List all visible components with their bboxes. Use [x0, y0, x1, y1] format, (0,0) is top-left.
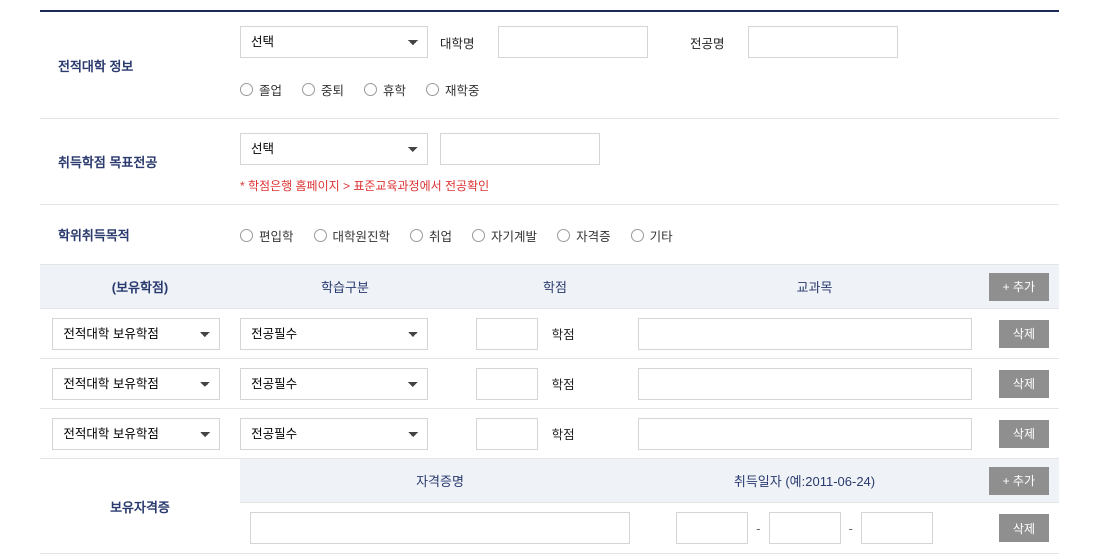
credit-subject-input[interactable] — [638, 368, 972, 400]
radio-icon — [302, 83, 315, 96]
radio-icon — [631, 229, 644, 242]
row-degree-purpose: 학위취득목적 편입학 대학원진학 취업 자기계발 자격증 기타 — [40, 205, 1059, 265]
cert-date-month-input[interactable] — [769, 512, 841, 544]
credit-unit-label: 학점 — [552, 324, 598, 343]
credit-value-input[interactable] — [476, 368, 538, 400]
label-target-major: 취득학점 목표전공 — [40, 152, 240, 171]
radio-icon — [426, 83, 439, 96]
prev-univ-status-radiogroup: 졸업 중퇴 휴학 재학중 — [240, 80, 480, 99]
radio-icon — [557, 229, 570, 242]
credit-value-input[interactable] — [476, 318, 538, 350]
target-major-hint: * 학점은행 홈페이지 > 표준교육과정에서 전공확인 — [240, 177, 1059, 194]
owned-credit-header: (보유학점) 학습구분 학점 교과목 + 추가 — [40, 265, 1059, 309]
owned-credit-title: (보유학점) — [40, 277, 240, 296]
credit-unit-label: 학점 — [552, 374, 598, 393]
label-certificates: 보유자격증 — [40, 459, 240, 553]
credit-source-select[interactable]: 전적대학 보유학점 — [52, 318, 220, 350]
purpose-option[interactable]: 대학원진학 — [314, 226, 391, 245]
target-major-type-select[interactable]: 선택 — [240, 133, 428, 165]
univ-name-input[interactable] — [498, 26, 648, 58]
credit-row: 전적대학 보유학점 전공필수 학점 삭제 — [40, 309, 1059, 359]
radio-icon — [410, 229, 423, 242]
row-certificates: 보유자격증 자격증명 취득일자 (예:2011-06-24) + 추가 - - … — [40, 459, 1059, 554]
status-option[interactable]: 졸업 — [240, 80, 282, 99]
purpose-option[interactable]: 자기계발 — [472, 226, 537, 245]
credit-type-select[interactable]: 전공필수 — [240, 418, 428, 450]
status-option[interactable]: 재학중 — [426, 80, 480, 99]
credit-subject-input[interactable] — [638, 318, 972, 350]
credit-source-select[interactable]: 전적대학 보유학점 — [52, 418, 220, 450]
row-prev-university: 전적대학 정보 선택 대학명 전공명 졸업 중퇴 휴학 재학중 — [40, 12, 1059, 119]
purpose-option[interactable]: 기타 — [631, 226, 673, 245]
credit-add-button[interactable]: + 추가 — [989, 273, 1049, 301]
cert-delete-button[interactable]: 삭제 — [999, 514, 1049, 542]
credit-delete-button[interactable]: 삭제 — [999, 370, 1049, 398]
cert-date-day-input[interactable] — [861, 512, 933, 544]
major-name-label: 전공명 — [690, 33, 736, 52]
row-target-major: 취득학점 목표전공 선택 * 학점은행 홈페이지 > 표준교육과정에서 전공확인 — [40, 119, 1059, 205]
credit-type-select[interactable]: 전공필수 — [240, 318, 428, 350]
credit-row: 전적대학 보유학점 전공필수 학점 삭제 — [40, 409, 1059, 459]
credit-delete-button[interactable]: 삭제 — [999, 420, 1049, 448]
univ-name-label: 대학명 — [440, 33, 486, 52]
status-option[interactable]: 중퇴 — [302, 80, 344, 99]
target-major-input[interactable] — [440, 133, 600, 165]
prev-univ-type-select[interactable]: 선택 — [240, 26, 428, 58]
credit-type-select[interactable]: 전공필수 — [240, 368, 428, 400]
credit-row: 전적대학 보유학점 전공필수 학점 삭제 — [40, 359, 1059, 409]
col-cert-name: 자격증명 — [240, 471, 640, 490]
radio-icon — [314, 229, 327, 242]
status-option[interactable]: 휴학 — [364, 80, 406, 99]
credit-subject-input[interactable] — [638, 418, 972, 450]
purpose-radiogroup: 편입학 대학원진학 취업 자기계발 자격증 기타 — [240, 226, 1059, 245]
purpose-option[interactable]: 편입학 — [240, 226, 294, 245]
radio-icon — [240, 83, 253, 96]
major-name-input[interactable] — [748, 26, 898, 58]
col-subject: 교과목 — [660, 277, 969, 296]
credit-unit-label: 학점 — [552, 424, 598, 443]
purpose-option[interactable]: 자격증 — [557, 226, 611, 245]
cert-row: - - 삭제 — [240, 503, 1059, 553]
cert-name-input[interactable] — [250, 512, 630, 544]
credit-value-input[interactable] — [476, 418, 538, 450]
date-separator: - — [756, 521, 760, 536]
credit-delete-button[interactable]: 삭제 — [999, 320, 1049, 348]
cert-add-button[interactable]: + 추가 — [989, 467, 1049, 495]
label-prev-university: 전적대학 정보 — [40, 56, 240, 75]
radio-icon — [240, 229, 253, 242]
col-cert-date: 취득일자 (예:2011-06-24) — [640, 471, 969, 490]
cert-date-year-input[interactable] — [676, 512, 748, 544]
date-separator: - — [849, 521, 853, 536]
col-study-type: 학습구분 — [240, 277, 450, 296]
credit-source-select[interactable]: 전적대학 보유학점 — [52, 368, 220, 400]
label-degree-purpose: 학위취득목적 — [40, 225, 240, 244]
purpose-option[interactable]: 취업 — [410, 226, 452, 245]
radio-icon — [472, 229, 485, 242]
radio-icon — [364, 83, 377, 96]
col-credit: 학점 — [450, 277, 660, 296]
